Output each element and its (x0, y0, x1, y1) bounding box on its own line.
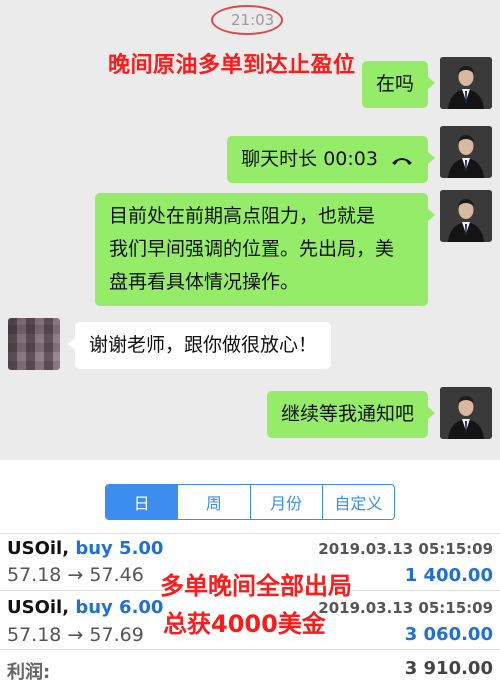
message-bubble-1[interactable]: 在吗 (361, 61, 436, 108)
tab-custom[interactable]: 自定义 (323, 485, 394, 519)
trade-profit: 1 400.00 (404, 565, 493, 586)
person-icon (440, 387, 492, 439)
trade-type: buy 6.00 (75, 597, 164, 618)
total-profit-label: 利润: (7, 662, 51, 683)
chat-timestamp: 21:03 (231, 11, 275, 29)
avatar-client-blurred[interactable] (8, 318, 60, 370)
avatar-teacher-4[interactable] (440, 387, 492, 439)
trade-symbol: USOil, (7, 597, 70, 618)
trade-datetime: 2019.03.13 05:15:09 (318, 599, 493, 617)
person-icon (440, 190, 492, 242)
overlay-title: 晚间原油多单到达止盈位 (108, 53, 356, 78)
message-bubble-5[interactable]: 继续等我通知吧 (266, 391, 436, 438)
call-duration-text: 聊天时长 00:03 (241, 148, 378, 170)
divider (0, 533, 500, 534)
trade-history-panel: 日 周 月份 自定义 USOil, buy 5.00 2019.03.13 05… (0, 460, 500, 687)
message-bubble-call[interactable]: 聊天时长 00:03 (227, 136, 435, 183)
person-icon (440, 126, 492, 178)
period-tabs: 日 周 月份 自定义 (105, 484, 395, 520)
avatar-teacher-2[interactable] (440, 126, 492, 178)
trade-type: buy 5.00 (75, 538, 164, 559)
total-profit-value: 3 910.00 (404, 658, 493, 679)
message-text: 谢谢老师，跟你做很放心！ (89, 334, 318, 356)
trade-profit: 3 060.00 (404, 624, 493, 645)
trade-datetime: 2019.03.13 05:15:09 (318, 540, 493, 558)
message-line: 目前处在前期高点阻力，也就是 (109, 205, 376, 227)
tab-month[interactable]: 月份 (251, 485, 323, 519)
divider (0, 649, 500, 650)
person-icon (440, 57, 492, 109)
message-line: 我们早间强调的位置。先出局，美 (109, 238, 395, 260)
message-line: 盘再看具体情况操作。 (109, 271, 300, 293)
trade-1-header[interactable]: USOil, buy 5.00 (7, 538, 163, 559)
trade-prices: 57.18 → 57.46 (7, 564, 144, 586)
tab-day[interactable]: 日 (106, 485, 179, 519)
message-text: 在吗 (375, 73, 414, 95)
trade-symbol: USOil, (7, 538, 70, 559)
avatar-teacher-3[interactable] (440, 190, 492, 242)
message-bubble-4[interactable]: 谢谢老师，跟你做很放心！ (67, 322, 332, 369)
tab-week[interactable]: 周 (178, 485, 251, 519)
message-bubble-3[interactable]: 目前处在前期高点阻力，也就是 我们早间强调的位置。先出局，美 盘再看具体情况操作… (95, 193, 435, 306)
avatar-teacher-1[interactable] (440, 57, 492, 109)
trade-2-header[interactable]: USOil, buy 6.00 (7, 597, 163, 618)
phone-icon (392, 157, 412, 165)
chat-panel: 21:03 晚间原油多单到达止盈位 在吗 聊天时长 00:03 目前处在前期高点… (0, 0, 500, 460)
trade-prices: 57.18 → 57.69 (7, 624, 144, 646)
overlay-annotation-1: 多单晚间全部出局 (160, 572, 352, 600)
overlay-annotation-2: 总获4000美金 (163, 610, 326, 638)
message-text: 继续等我通知吧 (280, 403, 414, 425)
